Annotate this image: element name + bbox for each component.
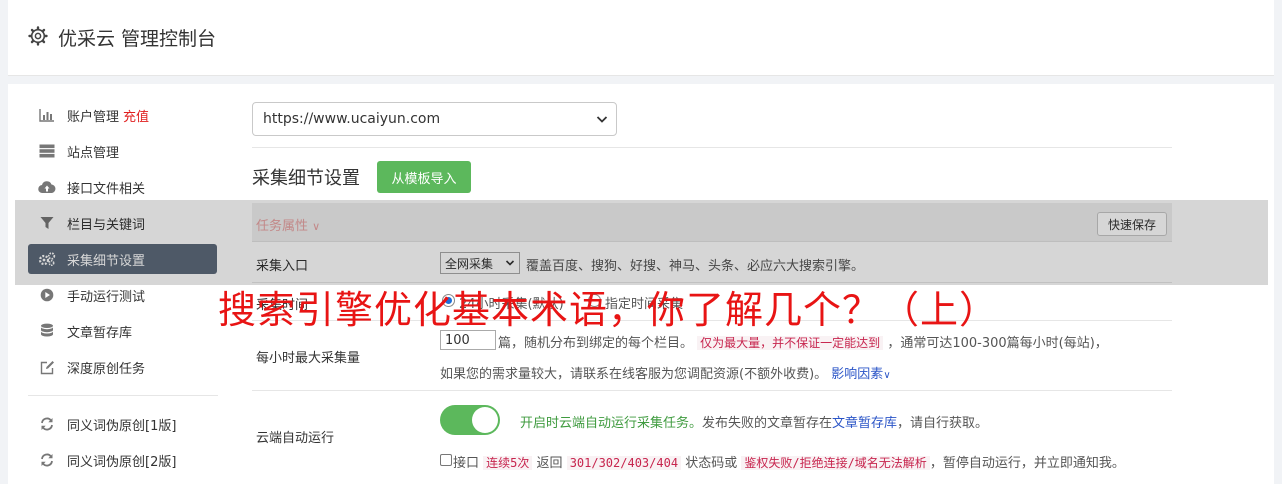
sidebar-item-account[interactable]: 账户管理 充值 xyxy=(28,100,217,130)
sidebar-item-article-store[interactable]: 文章暂存库 xyxy=(28,316,217,346)
pause-on-error-checkbox[interactable] xyxy=(440,454,452,466)
check-c: 状态码或 xyxy=(685,456,738,471)
sidebar-item-label: 接口文件相关 xyxy=(67,181,146,197)
check-highlight-2: 301/302/403/404 xyxy=(566,456,682,470)
factors-link[interactable]: 影响因素∨ xyxy=(831,367,890,382)
check-a: 接口 xyxy=(453,456,480,471)
bar-chart-icon xyxy=(38,106,56,124)
play-icon xyxy=(38,286,56,304)
factors-link-label: 影响因素 xyxy=(831,367,884,382)
gear-icon xyxy=(28,26,48,46)
sidebar-item-interface[interactable]: 接口文件相关 xyxy=(28,172,217,202)
sidebar-item-label: 同义词伪原创[1版] xyxy=(67,418,177,434)
sidebar-item-label: 深度原创任务 xyxy=(67,361,146,377)
sidebar-item-label: 文章暂存库 xyxy=(67,325,133,341)
refresh-icon xyxy=(38,451,56,469)
chevron-down-icon xyxy=(596,116,608,123)
database-icon xyxy=(38,322,56,340)
cloud-auto-run-toggle[interactable] xyxy=(440,405,500,435)
import-template-button[interactable]: 从模板导入 xyxy=(377,161,471,193)
recharge-link[interactable]: 充值 xyxy=(123,106,149,125)
toggle-knob xyxy=(472,407,498,433)
max-per-hour-label: 每小时最大采集量 xyxy=(256,351,361,366)
max-note-highlight: 仅为最大量，并不保证一定能达到 xyxy=(697,336,884,350)
banner-overlay xyxy=(15,200,1268,285)
cloud-note-b: ，请自行获取。 xyxy=(897,416,989,431)
page: 优采云 管理控制台 账户管理 充值 站点管理 接口文件相关 栏目与关键词 采集细… xyxy=(0,0,1282,484)
max-per-hour-note: 篇，随机分布到绑定的每个栏目。 仅为最大量，并不保证一定能达到 ，通常可达100… xyxy=(498,332,1108,351)
page-title: 优采云 管理控制台 xyxy=(58,28,217,50)
section-divider xyxy=(252,147,1172,148)
max-per-hour-note-2: 如果您的需求量较大，请联系在线客服为您调配资源(不额外收费)。 影响因素∨ xyxy=(440,363,891,382)
sidebar-item-synonym-v2[interactable]: 同义词伪原创[2版] xyxy=(28,445,217,475)
check-b: 返回 xyxy=(536,456,563,471)
chevron-down-icon: ∨ xyxy=(883,370,891,381)
section-title: 采集细节设置 xyxy=(252,168,360,189)
sidebar-item-label: 账户管理 xyxy=(67,109,120,125)
site-select-value: https://www.ucaiyun.com xyxy=(263,111,441,127)
sidebar-divider xyxy=(28,395,218,396)
cloud-auto-run-label: 云端自动运行 xyxy=(256,431,335,446)
sidebar-item-label: 同义词伪原创[2版] xyxy=(67,454,177,470)
page-scrollbar[interactable] xyxy=(1274,0,1282,484)
sidebar-item-synonym-v1[interactable]: 同义词伪原创[1版] xyxy=(28,409,217,439)
site-select[interactable]: https://www.ucaiyun.com xyxy=(252,102,617,136)
max-note-a: 篇，随机分布到绑定的每个栏目。 xyxy=(498,336,694,351)
max-note-b: ，通常可达100-300篇每小时(每站)， xyxy=(887,336,1108,351)
article-store-link[interactable]: 文章暂存库 xyxy=(832,416,897,431)
sidebar-item-label: 手动运行测试 xyxy=(67,289,146,305)
check-highlight-1: 连续5次 xyxy=(483,456,533,470)
check-d: ，暂停自动运行，并立即通知我。 xyxy=(929,456,1125,471)
pause-on-error-label: 接口 连续5次 返回 301/302/403/404 状态码或 鉴权失败/拒绝连… xyxy=(453,452,1125,471)
cloud-auto-run-note: 开启时云端自动运行采集任务。发布失败的文章暂存在文章暂存库，请自行获取。 xyxy=(520,412,988,431)
article-title-banner: 搜索引擎优化基本术语，你了解几个？（上） xyxy=(218,288,999,332)
refresh-icon xyxy=(38,415,56,433)
cloud-note-green: 开启时云端自动运行采集任务。 xyxy=(520,416,703,431)
check-highlight-3: 鉴权失败/拒绝连接/域名无法解析 xyxy=(741,456,930,470)
cloud-auto-run-row: 云端自动运行 开启时云端自动运行采集任务。发布失败的文章暂存在文章暂存库，请自行… xyxy=(252,391,1172,481)
cloud-upload-icon xyxy=(38,178,56,196)
server-icon xyxy=(38,142,56,160)
sidebar-item-sites[interactable]: 站点管理 xyxy=(28,136,217,166)
top-header: 优采云 管理控制台 xyxy=(8,0,1274,76)
cloud-note-a: 发布失败的文章暂存在 xyxy=(702,416,833,431)
edit-icon xyxy=(38,358,56,376)
sidebar-item-label: 站点管理 xyxy=(67,145,120,161)
max-note-c: 如果您的需求量较大，请联系在线客服为您调配资源(不额外收费)。 xyxy=(440,367,828,382)
sidebar-item-deep-original[interactable]: 深度原创任务 xyxy=(28,352,217,382)
